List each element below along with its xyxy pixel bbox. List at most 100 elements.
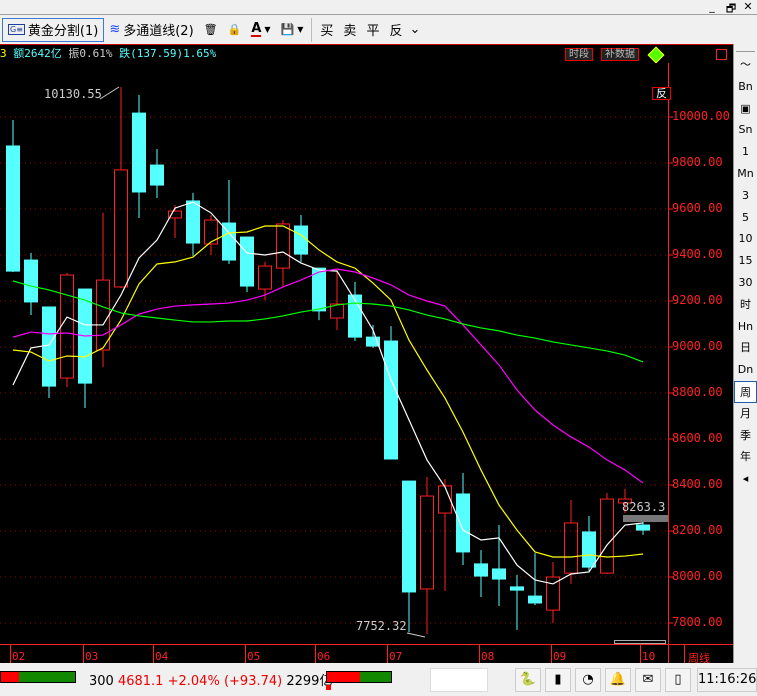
device-icon[interactable]: ▯	[665, 668, 691, 692]
toolbar-divider	[311, 17, 313, 42]
reverse-tag[interactable]: 反	[652, 87, 671, 100]
title-bar: _ 🗗 ✕	[0, 0, 757, 15]
period-item[interactable]: Mn	[734, 163, 757, 185]
price-axis-label: 8600.00	[672, 431, 723, 445]
date-axis-label: 06	[317, 650, 331, 663]
lock-button[interactable]: 🔒	[223, 18, 247, 42]
date-axis-label: 10	[642, 650, 656, 663]
sell-button[interactable]: 卖	[338, 18, 361, 42]
candle-down	[6, 145, 20, 272]
chevron-down-icon: ▼	[264, 25, 271, 34]
candle-down	[150, 164, 164, 186]
network-icon[interactable]: ◔	[575, 668, 601, 692]
info-change: 跌(137.59)1.65%	[119, 47, 217, 60]
text-color-button[interactable]: A ▼	[246, 18, 275, 42]
candle-down	[456, 493, 470, 553]
delete-button[interactable]: 🗑	[199, 18, 223, 42]
period-item[interactable]: 5	[734, 207, 757, 229]
period-item[interactable]: Hn	[734, 316, 757, 338]
period-item[interactable]: 周	[734, 380, 757, 403]
high-price-label: 10130.55	[44, 87, 102, 101]
save-icon: 💾	[280, 23, 295, 36]
period-item[interactable]: 1	[734, 141, 757, 163]
index-delta: (+93.74)	[223, 674, 283, 689]
maximize-chart-icon[interactable]	[716, 49, 727, 60]
text-color-icon: A	[251, 21, 262, 37]
candle-up	[600, 498, 614, 574]
period-item[interactable]: 3	[734, 185, 757, 207]
period-item[interactable]: ▣	[734, 98, 757, 120]
reverse-button[interactable]: 反	[384, 18, 407, 42]
candle-down	[348, 294, 362, 338]
golden-split-label: 黄金分割(1)	[27, 24, 99, 39]
candle-up	[204, 219, 218, 245]
date-axis-label: 05	[247, 650, 261, 663]
info-amplitude: 振0.61%	[68, 47, 113, 60]
candle-down	[636, 524, 650, 531]
period-item[interactable]: 时	[734, 294, 757, 316]
candle-down	[240, 236, 254, 287]
price-axis-label: 9800.00	[672, 155, 723, 169]
minimize-button[interactable]: _	[705, 0, 719, 13]
period-item[interactable]: ◂	[734, 468, 757, 490]
status-message-box	[430, 668, 488, 692]
period-item[interactable]: 30	[734, 272, 757, 294]
multi-channel-button[interactable]: ≋ 多通道线(2)	[104, 18, 198, 42]
save-button[interactable]: 💾 ▼	[276, 18, 309, 42]
bell-icon[interactable]: 🔔	[605, 668, 631, 692]
period-item[interactable]: 月	[734, 403, 757, 425]
candle-up	[276, 223, 290, 269]
price-axis-label: 9200.00	[672, 293, 723, 307]
golden-split-button[interactable]: G≡ 黄金分割(1)	[2, 17, 105, 42]
date-axis-label: 09	[553, 650, 567, 663]
candlestick-chart[interactable]: 反 10130.55 7752.32 8263.3 10000.00 9800.0…	[0, 63, 733, 665]
period-item[interactable]: 年	[734, 446, 757, 468]
multi-channel-label: 多通道线(2)	[123, 24, 194, 39]
period-item[interactable]: Dn	[734, 359, 757, 381]
golden-split-icon: G≡	[8, 24, 25, 35]
more-dropdown[interactable]: ⌄	[407, 18, 422, 42]
last-price-label: 8263.3	[622, 500, 666, 514]
date-axis-label: 08	[481, 650, 495, 663]
flat-button[interactable]: 平	[361, 18, 384, 42]
ma10-line	[12, 225, 644, 558]
period-item[interactable]: 季	[734, 425, 757, 447]
multi-channel-icon: ≋	[109, 22, 121, 37]
period-sidebar: 〜 Bn ▣ Sn 1 Mn 3 5 10 15 30 时 Hn 日 Dn 周月季年 ◂	[733, 44, 757, 663]
scroll-range-bar[interactable]	[614, 640, 666, 644]
date-axis-label: 04	[155, 650, 169, 663]
close-button[interactable]: ✕	[741, 0, 755, 13]
last-price-marker	[623, 515, 668, 522]
mail-icon[interactable]: ✉	[635, 668, 661, 692]
database-icon[interactable]: ▮	[545, 668, 571, 692]
candle-down	[186, 200, 200, 244]
ma20-line	[12, 268, 644, 484]
candle-down	[510, 586, 524, 591]
candle-down	[402, 480, 416, 593]
candle-up	[60, 274, 74, 379]
fill-data-button[interactable]: 补数据	[601, 48, 639, 61]
chart-canvas	[0, 63, 733, 663]
buy-button[interactable]: 买	[315, 18, 338, 42]
period-item[interactable]: 15	[734, 250, 757, 272]
period-item[interactable]: 日	[734, 337, 757, 359]
period-item[interactable]: Sn	[734, 119, 757, 141]
period-item[interactable]: 10	[734, 228, 757, 250]
python-icon[interactable]: 🐍	[515, 668, 541, 692]
period-item[interactable]: Bn	[734, 76, 757, 98]
index-value: 4681.1	[117, 674, 164, 689]
price-axis-label: 10000.00	[672, 109, 730, 123]
candle-down	[42, 306, 56, 387]
low-price-label: 7752.32	[356, 619, 407, 633]
date-axis-label: 07	[389, 650, 403, 663]
candle-down	[492, 568, 506, 580]
info-amount: 额2642亿	[13, 47, 62, 60]
date-axis-label: 02	[12, 650, 26, 663]
period-button[interactable]: 时段	[565, 48, 593, 61]
high-leader-line	[99, 86, 120, 100]
index-code: 300	[89, 674, 114, 689]
period-item[interactable]: 〜	[734, 54, 757, 76]
candle-down	[528, 595, 542, 604]
index-quote[interactable]: 300 4681.1 +2.04% (+93.74) 2299亿	[89, 670, 332, 689]
price-axis-label: 9000.00	[672, 339, 723, 353]
